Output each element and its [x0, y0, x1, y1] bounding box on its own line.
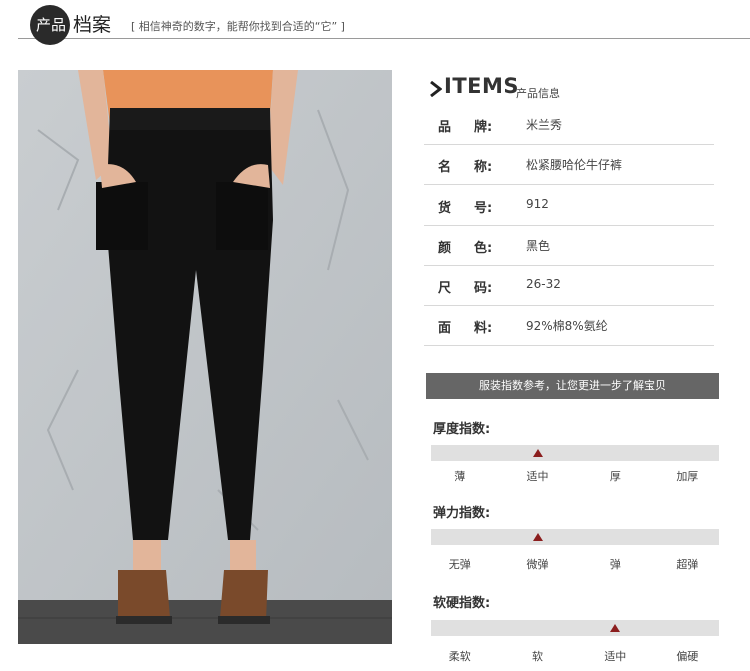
gauge-title: 软硬指数: [433, 596, 491, 611]
page-title: 档案 [73, 14, 112, 36]
items-title: ITEMS [444, 74, 520, 98]
spec-key: 品 [438, 120, 453, 135]
gauge-bar [431, 529, 719, 545]
items-subtitle: 产品信息 [516, 87, 560, 100]
spec-row-brand: 品 牌: 米兰秀 [424, 104, 714, 145]
gauge-label: 偏硬 [676, 650, 699, 663]
spec-value: 912 [526, 197, 549, 211]
gauge-bar [431, 620, 719, 636]
gauge-label: 无弹 [448, 558, 471, 571]
spec-key-suffix: 牌: [474, 120, 493, 135]
spec-value: 米兰秀 [526, 118, 563, 132]
spec-value: 黑色 [526, 239, 551, 253]
gauge-marker-icon [532, 533, 543, 541]
gauge-label: 微弹 [526, 558, 549, 571]
spec-value: 松紧腰哈伦牛仔裤 [526, 158, 623, 172]
product-photo [18, 70, 392, 644]
gauge-marker-icon [532, 449, 543, 457]
chevron-right-icon [430, 80, 443, 101]
spec-row-size: 尺 码: 26-32 [424, 265, 714, 306]
index-banner: 服装指数参考，让您更进一步了解宝贝 [426, 373, 719, 399]
spec-key: 尺 [438, 281, 453, 296]
spec-key-suffix: 称: [474, 160, 493, 175]
gauge-label: 厚 [609, 470, 621, 483]
spec-row-color: 颜 色: 黑色 [424, 225, 714, 266]
spec-row-sku: 货 号: 912 [424, 185, 714, 226]
spec-key-suffix: 色: [474, 241, 493, 256]
gauge-label: 弹 [609, 558, 621, 571]
gauge-label: 超弹 [676, 558, 699, 571]
spec-key: 面 [438, 321, 453, 336]
spec-key-suffix: 号: [474, 201, 493, 216]
spec-row-material: 面 料: 92%棉8%氨纶 [424, 305, 714, 346]
spec-key: 货 [438, 201, 453, 216]
header-divider [18, 38, 750, 39]
spec-key: 颜 [438, 241, 453, 256]
spec-key: 名 [438, 160, 453, 175]
gauge-bar [431, 445, 719, 461]
gauge-label: 柔软 [448, 650, 471, 663]
slogan: [ 相信神奇的数字，能帮你找到合适的“它” ] [131, 20, 345, 33]
spec-value: 92%棉8%氨纶 [526, 319, 608, 333]
spec-row-name: 名 称: 松紧腰哈伦牛仔裤 [424, 144, 714, 185]
logo-text: 产品 [35, 16, 66, 34]
gauge-label: 适中 [526, 470, 549, 483]
gauge-label: 薄 [454, 470, 466, 483]
gauge-label: 软 [532, 650, 544, 663]
gauge-title: 弹力指数: [433, 506, 491, 521]
spec-key-suffix: 料: [474, 321, 493, 336]
spec-value: 26-32 [526, 277, 561, 291]
gauge-label: 加厚 [676, 470, 699, 483]
gauge-marker-icon [610, 624, 621, 632]
gauge-title: 厚度指数: [433, 422, 491, 437]
spec-key-suffix: 码: [474, 281, 493, 296]
gauge-label: 适中 [604, 650, 627, 663]
